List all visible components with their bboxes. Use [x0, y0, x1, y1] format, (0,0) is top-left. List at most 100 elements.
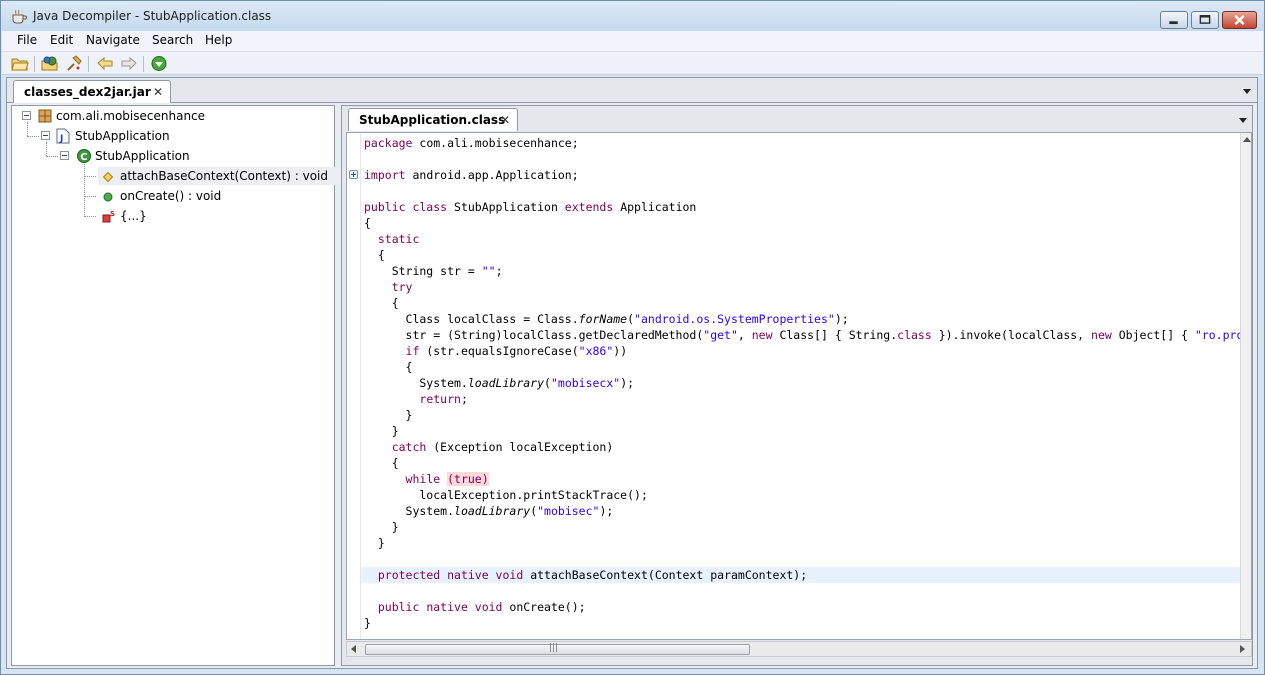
code-token: } [364, 408, 413, 422]
code-token: { [364, 248, 385, 262]
code-token: (Exception localException) [426, 440, 614, 454]
code-token: ); [599, 504, 614, 518]
close-tab-icon[interactable]: ✕ [153, 85, 163, 99]
package-icon [38, 109, 52, 123]
main-window: Java Decompiler - StubApplication.class … [0, 0, 1265, 675]
collapse-icon[interactable] [41, 131, 50, 140]
gutter-divider [360, 133, 361, 639]
code-token: ; [460, 392, 468, 406]
tab-list-dropdown-icon[interactable] [1243, 89, 1251, 94]
code-token: str = (String)localClass.getDeclaredMeth… [364, 328, 704, 342]
tree-label: com.ali.mobisecenhance [56, 109, 206, 123]
tree-node-static-initializer[interactable]: S {...} [98, 207, 198, 225]
toolbar-separator [34, 56, 35, 72]
menu-edit[interactable]: Edit [49, 33, 74, 47]
tab-list-dropdown-icon[interactable] [1239, 118, 1247, 123]
search-icon[interactable] [65, 55, 83, 72]
code-token: Object[] { [1111, 328, 1195, 342]
forward-icon[interactable] [120, 55, 138, 72]
scroll-up-icon[interactable] [1243, 137, 1251, 142]
code-token: catch [391, 440, 427, 454]
minimize-icon [1169, 21, 1178, 25]
editor-gutter [347, 133, 360, 639]
back-icon[interactable] [96, 55, 114, 72]
maximize-icon [1199, 15, 1211, 24]
tree-label: StubApplication [75, 129, 170, 143]
toolbar-separator [88, 56, 89, 72]
close-tab-icon[interactable]: ✕ [500, 113, 510, 127]
code-line: public class StubApplication extends App… [364, 199, 696, 215]
tree-node-package[interactable]: com.ali.mobisecenhance [16, 107, 316, 125]
tree-connector [84, 216, 96, 217]
tree-connector [84, 162, 85, 217]
code-line: static [364, 231, 420, 247]
code-token: loadLibrary [467, 376, 545, 390]
svg-text:J: J [59, 134, 63, 144]
main-area: classes_dex2jar.jar ✕ com.ali.mobisecenh… [6, 77, 1258, 669]
code-token: (str.equalsIgnoreCase( [419, 344, 579, 358]
jar-tab-bar: classes_dex2jar.jar ✕ [7, 78, 1257, 103]
open-type-icon[interactable] [41, 55, 59, 72]
code-token: "mobisecx" [550, 376, 621, 390]
tree-node-class[interactable]: C StubApplication [54, 147, 314, 165]
code-token: localException.printStackTrace(); [364, 488, 648, 502]
window-title: Java Decompiler - StubApplication.class [33, 9, 272, 23]
code-token: System. [364, 504, 455, 518]
menu-help[interactable]: Help [204, 33, 233, 47]
code-token: }).invoke(localClass, [931, 328, 1092, 342]
source-code-view[interactable]: package com.ali.mobisecenhance; import an… [346, 132, 1252, 640]
code-token: Class localClass = Class. [364, 312, 579, 326]
code-line: if (str.equalsIgnoreCase("x86")) [364, 343, 628, 359]
expand-import-icon[interactable] [349, 170, 358, 179]
title-bar[interactable]: Java Decompiler - StubApplication.class [1, 1, 1264, 31]
code-line: { [364, 295, 399, 311]
code-token: public native void [377, 600, 503, 614]
maximize-button[interactable] [1191, 11, 1219, 29]
menu-navigate[interactable]: Navigate [85, 33, 141, 47]
code-line: { [364, 247, 385, 263]
code-token: new [1091, 328, 1112, 342]
code-line: } [364, 423, 399, 439]
code-token: )) [613, 344, 628, 358]
tab-stub-application-class[interactable]: StubApplication.class ✕ [348, 108, 518, 131]
collapse-icon[interactable] [22, 111, 31, 120]
close-window-button[interactable] [1222, 11, 1257, 29]
code-token: { [364, 296, 399, 310]
svg-text:S: S [110, 210, 115, 218]
tree-node-on-create[interactable]: onCreate() : void [98, 187, 298, 205]
code-token: return [419, 392, 461, 406]
package-tree: com.ali.mobisecenhance J StubApplication… [11, 105, 346, 666]
code-token: Class[] { String. [772, 328, 898, 342]
scroll-right-icon[interactable] [1240, 645, 1245, 653]
code-line: try [364, 279, 413, 295]
code-token: class [897, 328, 932, 342]
code-line: } [364, 615, 371, 631]
scrollbar-thumb[interactable]: ||| [365, 643, 750, 655]
menu-file[interactable]: File [16, 33, 38, 47]
tree-node-attach-base-context[interactable]: attachBaseContext(Context) : void [98, 167, 346, 185]
code-token: android.app.Application; [405, 168, 579, 182]
open-file-icon[interactable] [11, 55, 29, 72]
tab-classes-dex2jar[interactable]: classes_dex2jar.jar ✕ [13, 80, 171, 103]
code-token: package [364, 136, 413, 150]
jd-online-icon[interactable] [150, 55, 168, 72]
code-line: System.loadLibrary("mobisecx"); [364, 375, 634, 391]
code-token: try [391, 280, 413, 294]
code-token: extends [564, 200, 614, 214]
tree-node-file[interactable]: J StubApplication [35, 127, 315, 145]
code-token: } [364, 616, 371, 630]
code-line: System.loadLibrary("mobisec"); [364, 503, 614, 519]
minimize-button[interactable] [1160, 11, 1188, 29]
collapse-icon[interactable] [60, 151, 69, 160]
vertical-scrollbar[interactable] [1240, 133, 1251, 639]
menu-search[interactable]: Search [151, 33, 194, 47]
scroll-left-icon[interactable] [351, 645, 356, 653]
code-token: (true) [447, 472, 489, 486]
code-line: } [364, 519, 399, 535]
code-token: { [364, 456, 399, 470]
code-token: public class [364, 200, 448, 214]
horizontal-scrollbar[interactable]: ||| [346, 641, 1252, 657]
